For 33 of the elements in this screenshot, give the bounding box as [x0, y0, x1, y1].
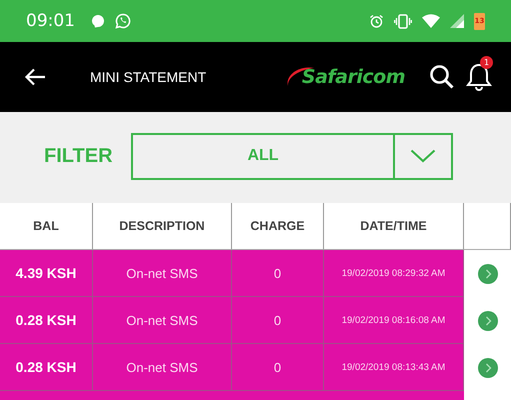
- table-cell: 19/02/2019 08:13:43 AM: [324, 344, 464, 391]
- chevron-right-button[interactable]: [478, 264, 498, 284]
- signal-icon: [450, 14, 464, 28]
- back-arrow-icon[interactable]: [24, 68, 46, 86]
- filter-label: FILTER: [44, 144, 114, 168]
- table-cell: 0: [232, 297, 324, 344]
- search-icon[interactable]: [429, 64, 455, 90]
- alarm-clock-icon: [369, 14, 384, 28]
- table-cell: 4.39 KSH: [0, 250, 93, 297]
- chat-bubble-icon: [91, 14, 105, 28]
- filter-dropdown[interactable]: ALL: [131, 132, 453, 180]
- table-cell: 0: [232, 250, 324, 297]
- column-header: DATE/TIME: [324, 203, 464, 250]
- column-header: DESCRIPTION: [93, 203, 232, 250]
- table-cell: 0: [232, 344, 324, 391]
- table-cell: 0.28 KSH: [0, 297, 93, 344]
- wifi-icon: [422, 14, 440, 28]
- column-header: BAL: [0, 203, 93, 250]
- notification-badge: 1: [480, 56, 493, 69]
- chevron-right-button[interactable]: [478, 310, 498, 330]
- screen-title: MINI STATEMENT: [90, 69, 206, 85]
- table-cell: On-net SMS: [93, 297, 232, 344]
- table-cell: On-net SMS: [93, 344, 232, 391]
- column-header: CHARGE: [232, 203, 324, 250]
- table-cell: On-net SMS: [93, 250, 232, 297]
- chevron-right-button[interactable]: [478, 358, 498, 378]
- phone-bubble-icon: [115, 13, 131, 29]
- table-cell: 0.28 KSH: [0, 344, 93, 391]
- status-time: 09:01: [26, 11, 75, 31]
- brand-logo: Safaricom: [302, 66, 405, 88]
- table-cell: 19/02/2019 08:29:32 AM: [324, 250, 464, 297]
- vibrate-icon: [394, 14, 412, 28]
- table-cell: 19/02/2019 08:16:08 AM: [324, 297, 464, 344]
